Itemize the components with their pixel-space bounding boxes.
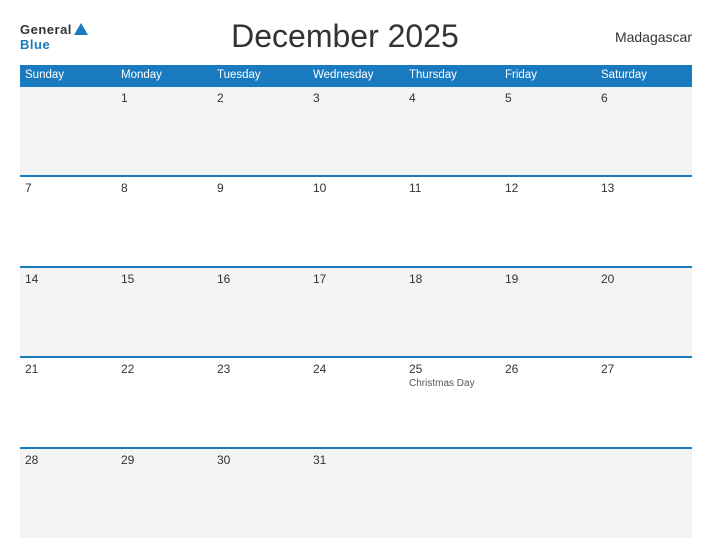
- day-number: 25: [409, 362, 495, 376]
- day-number: 4: [409, 91, 495, 105]
- logo: General Blue: [20, 22, 88, 51]
- calendar-cell: 24: [308, 357, 404, 447]
- calendar-cell: 27: [596, 357, 692, 447]
- day-header-monday: Monday: [116, 65, 212, 86]
- calendar-cell: 9: [212, 176, 308, 266]
- day-header-tuesday: Tuesday: [212, 65, 308, 86]
- day-header-friday: Friday: [500, 65, 596, 86]
- calendar-cell: 18: [404, 267, 500, 357]
- calendar-cell: 13: [596, 176, 692, 266]
- calendar-cell: [500, 448, 596, 538]
- calendar-cell: 23: [212, 357, 308, 447]
- day-number: 21: [25, 362, 111, 376]
- day-number: 19: [505, 272, 591, 286]
- calendar-table: SundayMondayTuesdayWednesdayThursdayFrid…: [20, 65, 692, 538]
- day-number: 29: [121, 453, 207, 467]
- calendar-cell: [596, 448, 692, 538]
- calendar-cell: 22: [116, 357, 212, 447]
- calendar-cell: 6: [596, 86, 692, 176]
- calendar-cell: 2: [212, 86, 308, 176]
- calendar-cell: 29: [116, 448, 212, 538]
- day-number: 17: [313, 272, 399, 286]
- calendar-cell: 31: [308, 448, 404, 538]
- calendar-cell: 10: [308, 176, 404, 266]
- calendar-cell: 28: [20, 448, 116, 538]
- calendar-cell: 3: [308, 86, 404, 176]
- day-header-saturday: Saturday: [596, 65, 692, 86]
- country-label: Madagascar: [602, 29, 692, 45]
- day-number: 31: [313, 453, 399, 467]
- calendar-header: SundayMondayTuesdayWednesdayThursdayFrid…: [20, 65, 692, 86]
- week-row-2: 789 10 11 12 13: [20, 176, 692, 266]
- day-number: 13: [601, 181, 687, 195]
- day-number: 8: [121, 181, 207, 195]
- month-title: December 2025: [231, 18, 459, 55]
- day-number: 24: [313, 362, 399, 376]
- calendar-cell: 7: [20, 176, 116, 266]
- calendar-cell: 17: [308, 267, 404, 357]
- header: General Blue December 2025 Madagascar: [20, 18, 692, 55]
- day-number: 2: [217, 91, 303, 105]
- days-of-week-row: SundayMondayTuesdayWednesdayThursdayFrid…: [20, 65, 692, 86]
- calendar-cell: 5: [500, 86, 596, 176]
- calendar-cell: 16: [212, 267, 308, 357]
- day-number: 28: [25, 453, 111, 467]
- day-number: 7: [25, 181, 111, 195]
- logo-triangle-icon: [74, 23, 88, 35]
- calendar-cell: 1: [116, 86, 212, 176]
- calendar-cell: 19: [500, 267, 596, 357]
- calendar-body: 1234567891011121314151617181920212223242…: [20, 86, 692, 538]
- week-row-4: 21 22 23 24 25 Christmas Day 26 27: [20, 357, 692, 447]
- day-number: 6: [601, 91, 687, 105]
- calendar-cell: 14: [20, 267, 116, 357]
- day-header-wednesday: Wednesday: [308, 65, 404, 86]
- day-number: 30: [217, 453, 303, 467]
- logo-blue: Blue: [20, 38, 88, 51]
- logo-general: General: [20, 22, 88, 38]
- day-header-sunday: Sunday: [20, 65, 116, 86]
- day-number: 9: [217, 181, 303, 195]
- day-number: 15: [121, 272, 207, 286]
- day-number: 5: [505, 91, 591, 105]
- day-number: 14: [25, 272, 111, 286]
- calendar-cell: 30: [212, 448, 308, 538]
- day-number: 23: [217, 362, 303, 376]
- calendar-cell: 25 Christmas Day: [404, 357, 500, 447]
- calendar-cell: 11: [404, 176, 500, 266]
- day-number: 11: [409, 181, 495, 195]
- calendar-cell: 8: [116, 176, 212, 266]
- week-row-1: 123456: [20, 86, 692, 176]
- day-number: 26: [505, 362, 591, 376]
- day-number: 1: [121, 91, 207, 105]
- calendar-cell: 21: [20, 357, 116, 447]
- calendar-cell: 15: [116, 267, 212, 357]
- calendar-cell: [20, 86, 116, 176]
- day-header-thursday: Thursday: [404, 65, 500, 86]
- calendar-cell: 20: [596, 267, 692, 357]
- day-number: 22: [121, 362, 207, 376]
- day-number: 3: [313, 91, 399, 105]
- calendar-cell: 26: [500, 357, 596, 447]
- day-number: 10: [313, 181, 399, 195]
- day-number: 27: [601, 362, 687, 376]
- day-number: 18: [409, 272, 495, 286]
- day-number: 12: [505, 181, 591, 195]
- day-number: 16: [217, 272, 303, 286]
- day-number: 20: [601, 272, 687, 286]
- calendar-cell: 12: [500, 176, 596, 266]
- calendar-cell: [404, 448, 500, 538]
- calendar-cell: 4: [404, 86, 500, 176]
- week-row-3: 14 15 16 17 18 19 20: [20, 267, 692, 357]
- event-label: Christmas Day: [409, 378, 495, 389]
- calendar-page: General Blue December 2025 Madagascar Su…: [0, 0, 712, 550]
- week-row-5: 28 29 30 31: [20, 448, 692, 538]
